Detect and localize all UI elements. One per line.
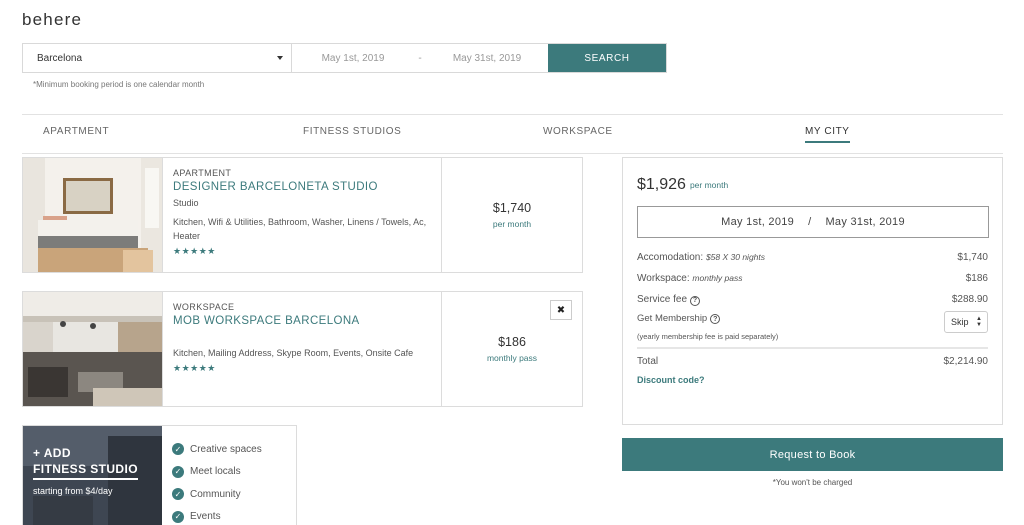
- workspace-photo[interactable]: [23, 292, 163, 406]
- membership-select[interactable]: Skip ▲ ▼: [944, 310, 988, 333]
- updown-arrows-icon: ▲ ▼: [976, 315, 982, 328]
- category-tabs: APARTMENT FITNESS STUDIOS WORKSPACE MY C…: [22, 114, 1003, 154]
- listing-title-link[interactable]: DESIGNER BARCELONETA STUDIO: [173, 181, 431, 193]
- workspace-image: [23, 292, 162, 406]
- add-label: + ADD: [33, 446, 71, 460]
- end-date-input[interactable]: May 31st, 2019: [426, 53, 548, 64]
- total-value: $2,214.90: [943, 355, 989, 367]
- benefit-label: Community: [190, 488, 241, 500]
- help-icon[interactable]: ?: [690, 295, 701, 306]
- benefit-item: ✓ Meet locals: [172, 461, 262, 484]
- benefit-label: Meet locals: [190, 466, 241, 478]
- apartment-listing-card: APARTMENT DESIGNER BARCELONETA STUDIO St…: [22, 157, 583, 273]
- listing-amenities: Kitchen, Wifi & Utilities, Bathroom, Was…: [173, 217, 427, 241]
- help-icon[interactable]: ?: [710, 314, 721, 324]
- check-icon: ✓: [172, 465, 184, 478]
- apartment-photo[interactable]: [23, 158, 163, 272]
- total-label: Total: [637, 355, 659, 367]
- logo[interactable]: behere: [22, 10, 82, 30]
- workspace-line: Workspace: monthly pass $186: [637, 273, 988, 284]
- star-rating: ★★★★★: [173, 363, 216, 373]
- minimum-booking-note: *Minimum booking period is one calendar …: [33, 80, 205, 89]
- benefit-label: Events: [190, 511, 221, 523]
- tab-my-city[interactable]: MY CITY: [805, 126, 850, 143]
- listing-price: $186: [498, 335, 526, 349]
- summary-date-separator: /: [808, 216, 812, 228]
- add-fitness-studio-card: + ADD FITNESS STUDIO starting from $4/da…: [22, 425, 297, 525]
- service-fee-line: Service fee? $288.90: [637, 294, 988, 306]
- request-to-book-button[interactable]: Request to Book: [622, 438, 1003, 471]
- star-rating: ★★★★★: [173, 246, 216, 256]
- benefit-item: ✓ Creative spaces: [172, 438, 262, 461]
- summary-divider: [637, 346, 988, 349]
- accommodation-line: Accomodation: $58 X 30 nights $1,740: [637, 252, 988, 263]
- listing-price: $1,740: [492, 201, 532, 215]
- apartment-price: $1,740 per month: [442, 158, 582, 272]
- workspace-detail: monthly pass: [692, 273, 743, 283]
- accommodation-label: Accomodation:: [637, 252, 704, 263]
- fitness-studio-label: FITNESS STUDIO: [33, 462, 138, 480]
- service-fee-value: $288.90: [951, 294, 988, 306]
- workspace-listing-card: WORKSPACE MOB WORKSPACE BARCELONA Kitche…: [22, 291, 583, 407]
- fitness-price-from: starting from $4/day: [33, 486, 113, 496]
- workspace-label: Workspace:: [637, 273, 690, 284]
- caret-down-icon: [277, 56, 283, 60]
- no-charge-note: *You won't be charged: [772, 478, 853, 487]
- listing-kind: APARTMENT: [173, 168, 232, 178]
- listing-subtitle: Studio: [173, 198, 199, 208]
- search-bar: Barcelona May 1st, 2019 - May 31st, 2019…: [22, 43, 667, 73]
- search-button[interactable]: SEARCH: [548, 44, 666, 72]
- tab-workspace[interactable]: WORKSPACE: [543, 126, 613, 137]
- fitness-benefits-list: ✓ Creative spaces ✓ Meet locals ✓ Community…: [162, 426, 262, 525]
- service-fee-label: Service fee: [637, 294, 688, 305]
- membership-line: Get Membership? Skip ▲ ▼: [637, 310, 988, 333]
- workspace-value: $186: [965, 273, 988, 284]
- discount-code-link[interactable]: Discount code?: [637, 375, 988, 385]
- benefit-label: Creative spaces: [190, 443, 262, 455]
- check-icon: ✓: [172, 488, 184, 501]
- date-separator: -: [418, 52, 422, 64]
- listing-title-link[interactable]: MOB WORKSPACE BARCELONA: [173, 315, 431, 327]
- workspace-price: ✖ $186 monthly pass: [442, 292, 582, 406]
- booking-summary: $1,926 per month May 1st, 2019 / May 31st…: [622, 157, 1003, 425]
- tab-fitness-studios[interactable]: FITNESS STUDIOS: [303, 126, 401, 137]
- apartment-info: APARTMENT DESIGNER BARCELONETA STUDIO St…: [163, 158, 442, 272]
- listing-price-unit: monthly pass: [486, 353, 538, 363]
- summary-total-per-month: $1,926: [637, 176, 686, 193]
- benefit-item: ✓ Events: [172, 506, 262, 525]
- total-line: Total $2,214.90: [637, 356, 988, 367]
- remove-workspace-button[interactable]: ✖: [550, 300, 572, 320]
- benefit-item: ✓ Community: [172, 483, 262, 506]
- add-fitness-studio-button[interactable]: + ADD FITNESS STUDIO starting from $4/da…: [23, 426, 162, 525]
- summary-start-date: May 1st, 2019: [721, 216, 795, 228]
- membership-select-value: Skip: [951, 316, 969, 327]
- per-month-label: per month: [689, 180, 729, 190]
- check-icon: ✓: [172, 443, 184, 456]
- membership-note: (yearly membership fee is paid separatel…: [637, 331, 779, 341]
- listing-amenities: Kitchen, Mailing Address, Skype Room, Ev…: [173, 348, 414, 358]
- accommodation-value: $1,740: [957, 252, 988, 263]
- workspace-info: WORKSPACE MOB WORKSPACE BARCELONA Kitche…: [163, 292, 442, 406]
- listing-price-unit: per month: [492, 219, 532, 229]
- summary-date-range[interactable]: May 1st, 2019 / May 31st, 2019: [637, 206, 989, 238]
- accommodation-detail: $58 X 30 nights: [705, 252, 766, 262]
- start-date-input[interactable]: May 1st, 2019: [292, 53, 414, 64]
- city-value: Barcelona: [37, 52, 83, 64]
- check-icon: ✓: [172, 510, 184, 523]
- city-select[interactable]: Barcelona: [23, 44, 292, 72]
- apartment-image: [23, 158, 162, 272]
- date-range: May 1st, 2019 - May 31st, 2019: [292, 44, 548, 72]
- membership-label: Get Membership: [637, 312, 708, 324]
- summary-end-date: May 31st, 2019: [825, 216, 905, 228]
- summary-price: $1,926 per month: [637, 176, 988, 194]
- fitness-banner-text: + ADD FITNESS STUDIO starting from $4/da…: [33, 446, 138, 496]
- listing-kind: WORKSPACE: [173, 302, 235, 312]
- tab-apartment[interactable]: APARTMENT: [43, 126, 109, 137]
